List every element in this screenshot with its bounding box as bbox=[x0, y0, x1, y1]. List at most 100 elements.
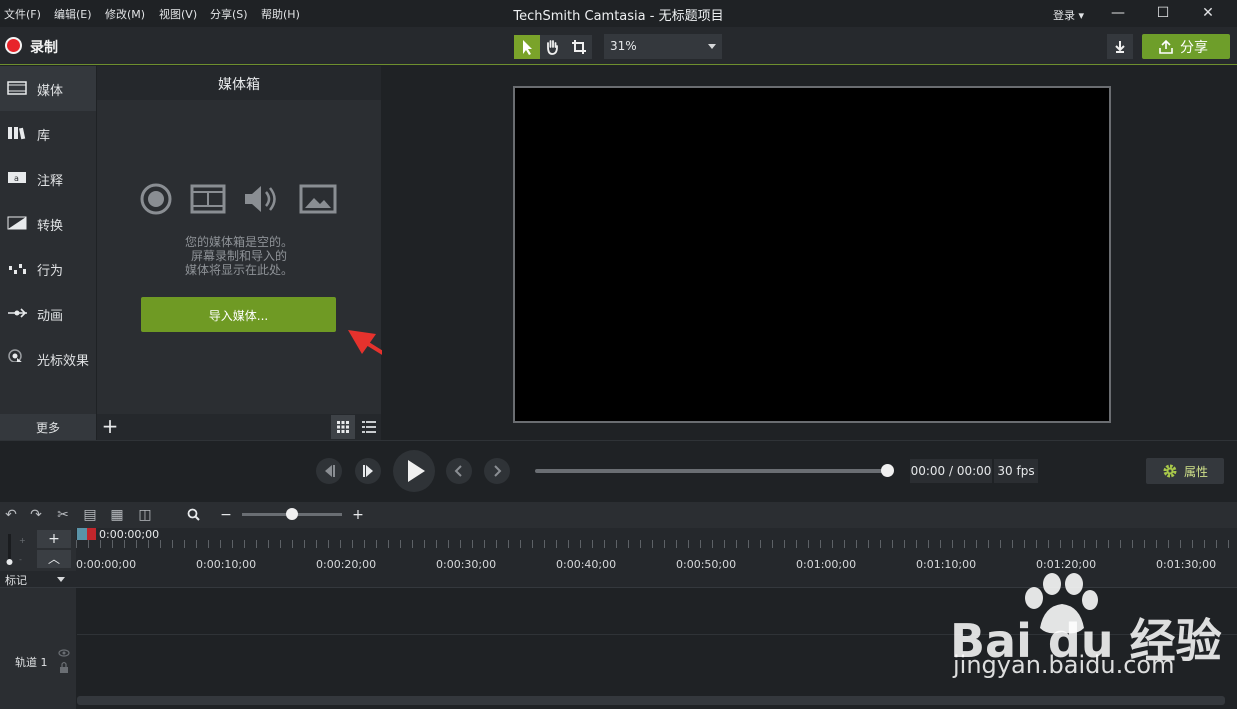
sidebar-label-cursor-effects: 光标效果 bbox=[37, 354, 90, 369]
fps-display[interactable]: 30 fps bbox=[994, 459, 1038, 483]
record-icon[interactable] bbox=[5, 37, 22, 54]
properties-button[interactable]: 属性 bbox=[1146, 458, 1224, 484]
undo-icon[interactable]: ↶ bbox=[2, 506, 20, 524]
empty-message-line-2: 屏幕录制和导入的 bbox=[190, 249, 287, 263]
watermark-url: jingyan.baidu.com bbox=[953, 651, 1175, 679]
sidebar-label-library: 库 bbox=[37, 129, 51, 144]
preview-canvas[interactable] bbox=[513, 86, 1111, 423]
timecode-display: 00:00 / 00:00 bbox=[910, 459, 992, 483]
redo-icon[interactable]: ↷ bbox=[27, 506, 45, 524]
playhead-handle[interactable] bbox=[77, 528, 87, 540]
transition-icon bbox=[7, 216, 27, 230]
film-icon bbox=[190, 184, 226, 214]
sidebar-item-annotations[interactable]: a 注释 bbox=[0, 156, 96, 201]
minimize-button[interactable]: — bbox=[1106, 3, 1130, 23]
window-title: TechSmith Camtasia - 无标题项目 bbox=[513, 9, 724, 24]
add-track-button[interactable]: + bbox=[37, 530, 71, 548]
playhead-time: 0:00:00;00 bbox=[99, 528, 160, 541]
ruler-label: 0:00:50;00 bbox=[676, 558, 737, 571]
pan-tool-button[interactable] bbox=[540, 35, 566, 59]
record-circle-icon bbox=[140, 183, 172, 215]
chevron-right-icon bbox=[494, 465, 502, 477]
more-button[interactable]: 更多 bbox=[0, 414, 96, 440]
split-icon[interactable]: ◫ bbox=[136, 506, 154, 524]
close-button[interactable]: ✕ bbox=[1196, 3, 1220, 23]
sidebar-label-media: 媒体 bbox=[37, 84, 64, 99]
svg-text:-: - bbox=[19, 555, 22, 564]
import-media-button[interactable]: 导入媒体... bbox=[141, 297, 336, 332]
sidebar-item-behaviors[interactable]: 行为 bbox=[0, 246, 96, 291]
ruler-label: 0:00:00;00 bbox=[76, 558, 137, 571]
hand-icon bbox=[547, 40, 558, 55]
behavior-icon bbox=[9, 264, 26, 274]
download-button[interactable] bbox=[1107, 34, 1133, 59]
record-button[interactable]: 录制 bbox=[30, 37, 58, 57]
pointer-icon bbox=[523, 40, 532, 55]
sidebar-item-cursor-effects[interactable]: 光标效果 bbox=[0, 336, 96, 381]
copy-icon[interactable]: ▤ bbox=[81, 506, 99, 524]
ruler-label: 0:01:10;00 bbox=[916, 558, 977, 571]
step-forward-icon bbox=[363, 465, 373, 477]
crop-icon bbox=[572, 40, 586, 54]
sidebar-item-media[interactable]: 媒体 bbox=[0, 66, 96, 111]
sidebar-label-behaviors: 行为 bbox=[37, 264, 64, 279]
media-bin-title: 媒体箱 bbox=[97, 66, 381, 100]
image-icon bbox=[299, 184, 337, 214]
zoom-dropdown[interactable]: 31% bbox=[604, 34, 722, 59]
select-tool-button[interactable] bbox=[514, 35, 540, 59]
collapse-tracks-button[interactable]: ︿ bbox=[37, 550, 71, 568]
ruler-label: 0:01:30;00 bbox=[1156, 558, 1217, 571]
share-button[interactable]: 分享 bbox=[1142, 34, 1230, 59]
empty-message-line-1: 您的媒体箱是空的。 bbox=[184, 235, 293, 249]
chevron-left-icon bbox=[454, 465, 462, 477]
upload-icon bbox=[1159, 39, 1173, 54]
previous-marker-button[interactable] bbox=[446, 458, 472, 484]
library-icon bbox=[8, 127, 26, 140]
left-sidebar: 媒体 库 a 注释 转换 行为 动画 光标效果 bbox=[0, 66, 96, 414]
zoom-out-icon[interactable]: − bbox=[217, 506, 235, 524]
playback-progress-bar[interactable] bbox=[535, 469, 888, 473]
paste-icon[interactable]: ▦ bbox=[108, 506, 126, 524]
download-icon bbox=[1115, 41, 1125, 53]
ruler-label: 0:00:20;00 bbox=[316, 558, 377, 571]
zoom-value: 31% bbox=[610, 39, 637, 53]
play-button[interactable] bbox=[393, 450, 435, 492]
track-visibility-lock-icons[interactable] bbox=[58, 648, 70, 674]
svg-text:a: a bbox=[14, 174, 19, 183]
ruler-label: 0:00:10;00 bbox=[196, 558, 257, 571]
next-marker-button[interactable] bbox=[484, 458, 510, 484]
ruler-label: 0:00:30;00 bbox=[436, 558, 497, 571]
add-icon[interactable]: + bbox=[97, 414, 123, 440]
gear-icon bbox=[1163, 464, 1177, 478]
step-back-button[interactable] bbox=[316, 458, 342, 484]
sidebar-item-transitions[interactable]: 转换 bbox=[0, 201, 96, 246]
sidebar-item-library[interactable]: 库 bbox=[0, 111, 96, 156]
track-1-label[interactable]: 轨道 1 bbox=[15, 654, 48, 670]
login-label: 登录 bbox=[1053, 9, 1075, 22]
speaker-icon bbox=[245, 186, 276, 212]
maximize-button[interactable]: ☐ bbox=[1151, 3, 1175, 23]
track-height-slider[interactable]: +- bbox=[4, 532, 32, 566]
sidebar-item-animations[interactable]: 动画 bbox=[0, 291, 96, 336]
animation-icon bbox=[8, 308, 27, 318]
chevron-down-icon[interactable] bbox=[57, 577, 65, 582]
timeline-zoom-handle[interactable] bbox=[286, 508, 298, 520]
timeline-horizontal-scrollbar[interactable] bbox=[77, 696, 1225, 705]
svg-text:+: + bbox=[19, 536, 26, 545]
search-icon bbox=[187, 508, 200, 521]
step-forward-button[interactable] bbox=[355, 458, 381, 484]
ruler-label: 0:01:20;00 bbox=[1036, 558, 1097, 571]
playback-scrubber-handle[interactable] bbox=[881, 464, 894, 477]
ruler-label: 0:01:00;00 bbox=[796, 558, 857, 571]
crop-tool-button[interactable] bbox=[566, 35, 592, 59]
sidebar-label-animations: 动画 bbox=[37, 309, 64, 324]
chevron-down-icon bbox=[708, 44, 716, 49]
login-menu[interactable]: 登录 ▾ bbox=[1053, 7, 1084, 23]
share-label: 分享 bbox=[1180, 40, 1208, 56]
playhead-marker[interactable] bbox=[87, 528, 96, 540]
zoom-in-icon[interactable]: + bbox=[349, 506, 367, 524]
cursor-effect-icon bbox=[8, 349, 22, 362]
step-back-icon bbox=[325, 465, 335, 477]
cut-icon[interactable]: ✂ bbox=[54, 506, 72, 524]
media-icon bbox=[7, 81, 27, 95]
